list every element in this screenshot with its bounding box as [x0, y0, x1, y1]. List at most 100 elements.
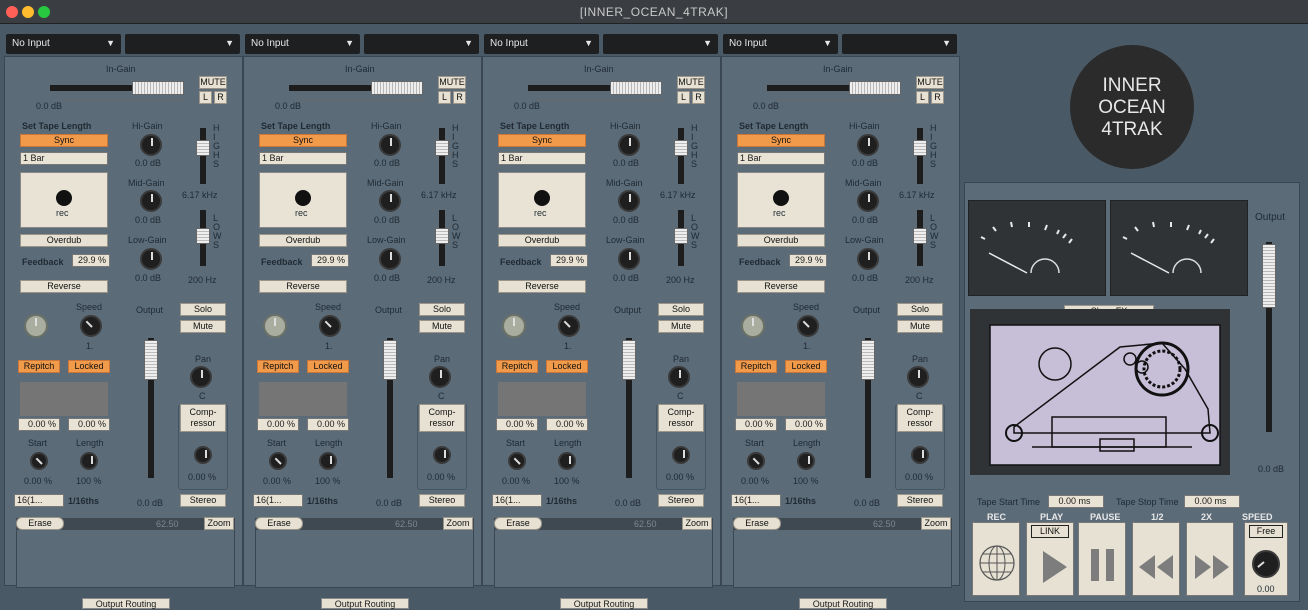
mute-button[interactable]: Mute — [419, 320, 465, 333]
zoom-button[interactable]: Zoom — [682, 517, 712, 530]
output-fader-handle[interactable] — [861, 340, 875, 380]
hi-gain-knob[interactable] — [618, 134, 640, 156]
locked-button[interactable]: Locked — [307, 360, 349, 373]
length-knob[interactable] — [558, 452, 576, 470]
solo-button[interactable]: Solo — [180, 303, 226, 316]
mute-input-button[interactable]: MUTE — [199, 76, 227, 89]
pct-field-a[interactable]: 0.00 % — [257, 418, 299, 431]
solo-button[interactable]: Solo — [658, 303, 704, 316]
start-knob[interactable] — [269, 452, 287, 470]
erase-button[interactable]: Erase — [494, 517, 542, 530]
pct-field-b[interactable]: 0.00 % — [307, 418, 349, 431]
erase-button[interactable]: Erase — [16, 517, 64, 530]
grid-select[interactable]: 16(1... — [14, 494, 64, 507]
routing-select[interactable]: ▼ — [364, 34, 479, 54]
repitch-button[interactable]: Repitch — [496, 360, 538, 373]
erase-button[interactable]: Erase — [255, 517, 303, 530]
highs-fader-handle[interactable] — [913, 140, 927, 156]
locked-button[interactable]: Locked — [785, 360, 827, 373]
output-routing-button[interactable]: Output Routing — [799, 598, 887, 609]
grid-select[interactable]: 16(1... — [731, 494, 781, 507]
zoom-button[interactable]: Zoom — [921, 517, 951, 530]
tape-stop-field[interactable]: 0.00 ms — [1184, 495, 1240, 508]
pct-field-b[interactable]: 0.00 % — [68, 418, 110, 431]
low-gain-knob[interactable] — [140, 248, 162, 270]
overdub-button[interactable]: Overdub — [737, 234, 825, 247]
mute-button[interactable]: Mute — [658, 320, 704, 333]
sync-button[interactable]: Sync — [259, 134, 347, 147]
tape-length-field[interactable]: 1 Bar — [20, 152, 108, 165]
in-gain-fader-handle[interactable] — [371, 81, 423, 95]
compressor-knob[interactable] — [194, 446, 212, 464]
highs-fader[interactable] — [678, 128, 684, 184]
mid-gain-knob[interactable] — [140, 190, 162, 212]
highs-fader[interactable] — [200, 128, 206, 184]
reverse-button[interactable]: Reverse — [498, 280, 586, 293]
locked-button[interactable]: Locked — [68, 360, 110, 373]
zoom-button[interactable]: Zoom — [443, 517, 473, 530]
half-speed-button[interactable] — [1132, 522, 1180, 596]
routing-select[interactable]: ▼ — [125, 34, 240, 54]
feedback-field[interactable]: 29.9 % — [72, 254, 110, 267]
stereo-select[interactable]: Stereo — [658, 494, 704, 507]
pct-field-b[interactable]: 0.00 % — [785, 418, 827, 431]
speed-knob[interactable] — [558, 315, 580, 337]
speed-knob-light[interactable] — [263, 314, 287, 338]
mute-button[interactable]: Mute — [897, 320, 943, 333]
speed-knob[interactable] — [797, 315, 819, 337]
tape-length-field[interactable]: 1 Bar — [498, 152, 586, 165]
mute-input-button[interactable]: MUTE — [438, 76, 466, 89]
output-fader-handle[interactable] — [144, 340, 158, 380]
speed-knob-light[interactable] — [502, 314, 526, 338]
stereo-select[interactable]: Stereo — [419, 494, 465, 507]
reverse-button[interactable]: Reverse — [259, 280, 347, 293]
reverse-button[interactable]: Reverse — [737, 280, 825, 293]
highs-fader-handle[interactable] — [435, 140, 449, 156]
speed-knob-light[interactable] — [24, 314, 48, 338]
solo-button[interactable]: Solo — [419, 303, 465, 316]
repitch-button[interactable]: Repitch — [18, 360, 60, 373]
play-button[interactable]: LINK — [1026, 522, 1074, 596]
low-gain-knob[interactable] — [379, 248, 401, 270]
right-channel-button[interactable]: R — [931, 91, 944, 104]
highs-fader[interactable] — [917, 128, 923, 184]
pan-knob[interactable] — [429, 366, 451, 388]
routing-select[interactable]: ▼ — [603, 34, 718, 54]
compressor-button[interactable]: Comp-ressor — [419, 404, 465, 432]
pct-field-a[interactable]: 0.00 % — [735, 418, 777, 431]
lows-fader-handle[interactable] — [674, 228, 688, 244]
double-speed-button[interactable] — [1186, 522, 1234, 596]
pan-knob[interactable] — [668, 366, 690, 388]
master-output-fader-handle[interactable] — [1262, 244, 1276, 308]
sync-button[interactable]: Sync — [737, 134, 825, 147]
rec-button[interactable] — [972, 522, 1020, 596]
compressor-button[interactable]: Comp-ressor — [897, 404, 943, 432]
length-knob[interactable] — [797, 452, 815, 470]
pct-field-a[interactable]: 0.00 % — [496, 418, 538, 431]
left-channel-button[interactable]: L — [677, 91, 690, 104]
compressor-button[interactable]: Comp-ressor — [180, 404, 226, 432]
length-knob[interactable] — [80, 452, 98, 470]
speed-knob-light[interactable] — [741, 314, 765, 338]
hi-gain-knob[interactable] — [140, 134, 162, 156]
hi-gain-knob[interactable] — [857, 134, 879, 156]
start-knob[interactable] — [30, 452, 48, 470]
input-select[interactable]: No Input ▼ — [723, 34, 838, 54]
highs-fader-handle[interactable] — [196, 140, 210, 156]
pause-button[interactable] — [1078, 522, 1126, 596]
grid-select[interactable]: 16(1... — [492, 494, 542, 507]
pan-knob[interactable] — [190, 366, 212, 388]
right-channel-button[interactable]: R — [214, 91, 227, 104]
compressor-knob[interactable] — [911, 446, 929, 464]
free-button[interactable]: Free — [1249, 525, 1283, 538]
length-knob[interactable] — [319, 452, 337, 470]
grid-select[interactable]: 16(1... — [253, 494, 303, 507]
mid-gain-knob[interactable] — [618, 190, 640, 212]
lows-fader-handle[interactable] — [196, 228, 210, 244]
stereo-select[interactable]: Stereo — [897, 494, 943, 507]
compressor-knob[interactable] — [672, 446, 690, 464]
pct-field-a[interactable]: 0.00 % — [18, 418, 60, 431]
left-channel-button[interactable]: L — [916, 91, 929, 104]
tape-length-field[interactable]: 1 Bar — [737, 152, 825, 165]
highs-fader-handle[interactable] — [674, 140, 688, 156]
